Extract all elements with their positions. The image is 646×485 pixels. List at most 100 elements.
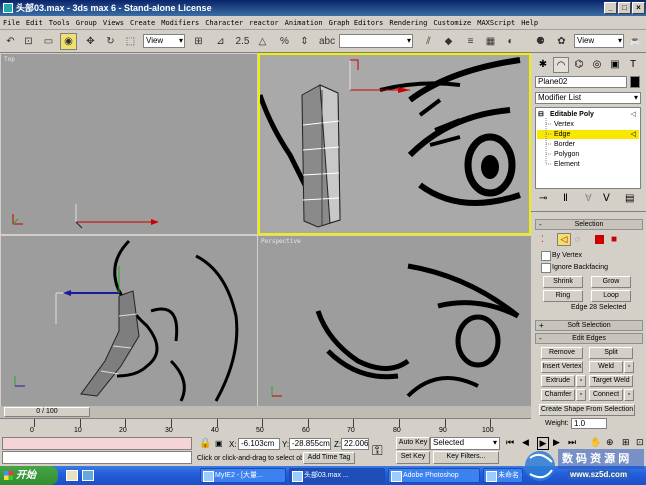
selection-set-select[interactable]: Selected ▾ <box>430 437 500 450</box>
close-button[interactable]: × <box>632 2 645 14</box>
spinner-snap-icon[interactable]: ⇕ <box>296 33 313 50</box>
display-tab-icon[interactable]: ▣ <box>607 57 623 73</box>
task-3dsmax[interactable]: 头部03.max ... <box>289 468 385 483</box>
menu-create[interactable]: Create <box>127 16 158 30</box>
task-untitled[interactable]: 未命名 - ... <box>483 468 523 483</box>
modifier-list-select[interactable]: Modifier List ▾ <box>535 92 641 104</box>
maximize-button[interactable]: □ <box>618 2 631 14</box>
track-view-icon[interactable]: ≡ <box>462 33 479 50</box>
select-scale-icon[interactable]: ⬚ <box>122 33 139 50</box>
menu-modifiers[interactable]: Modifiers <box>158 16 202 30</box>
create-shape-button[interactable]: Create Shape From Selection <box>539 404 635 416</box>
ignore-backfacing-checkbox[interactable]: Ignore Backfacing <box>541 263 608 273</box>
menu-help[interactable]: Help <box>518 16 541 30</box>
chamfer-button[interactable]: Chamfer <box>541 389 575 401</box>
time-slider[interactable]: 0 / 100 <box>4 407 90 417</box>
pin-icon[interactable]: ◁ <box>631 110 636 119</box>
named-selection-icon[interactable]: abc <box>318 33 335 50</box>
add-time-tag-button[interactable]: Add Time Tag <box>303 452 355 464</box>
percent-snap-icon[interactable]: % <box>276 33 293 50</box>
task-photoshop[interactable]: Adobe Photoshop <box>388 468 480 483</box>
quick-launch-icon[interactable] <box>66 470 78 481</box>
reference-coordinate-select[interactable]: View <box>143 34 185 48</box>
pin-stack-icon[interactable]: ⊸ <box>539 193 547 204</box>
quick-render-icon[interactable]: ☕ <box>627 33 644 50</box>
create-tab-icon[interactable]: ✱ <box>535 57 551 73</box>
material-editor-icon[interactable]: ◐ <box>502 33 519 50</box>
menu-graph-editors[interactable]: Graph Editors <box>326 16 387 30</box>
element-mode-icon[interactable]: ■ <box>611 234 617 245</box>
render-scene-icon[interactable]: ✿ <box>553 33 570 50</box>
chamfer-settings-button[interactable]: ▫ <box>576 389 586 401</box>
key-icon[interactable]: ⚿ <box>372 442 383 459</box>
polygon-mode-icon[interactable] <box>595 235 604 244</box>
absolute-mode-icon[interactable]: ▣ <box>215 439 223 448</box>
undo-icon[interactable]: ↶ <box>2 33 19 50</box>
key-filters-button[interactable]: Key Filters... <box>433 451 499 464</box>
menu-group[interactable]: Group <box>73 16 100 30</box>
select-link-icon[interactable]: ⊡ <box>20 33 37 50</box>
menu-maxscript[interactable]: MAXScript <box>474 16 518 30</box>
select-object-icon[interactable]: ▭ <box>40 33 57 50</box>
weld-button[interactable]: Weld <box>589 361 623 373</box>
show-end-result-icon[interactable]: Ⅱ <box>563 193 568 204</box>
menu-rendering[interactable]: Rendering <box>386 16 430 30</box>
task-myie2[interactable]: MyIE2 - [大量... <box>200 468 286 483</box>
connect-settings-button[interactable]: ▫ <box>624 389 634 401</box>
schematic-view-icon[interactable]: ▦ <box>482 33 499 50</box>
pivot-center-icon[interactable]: ⊞ <box>190 33 207 50</box>
selection-rollout-header[interactable]: - Selection <box>535 219 643 230</box>
y-coordinate-input[interactable]: -28.855cm <box>289 438 331 450</box>
by-vertex-checkbox[interactable]: By Vertex <box>541 251 582 261</box>
split-button[interactable]: Split <box>589 347 633 359</box>
start-button[interactable]: 开始 <box>0 466 58 485</box>
configure-sets-icon[interactable]: ▤ <box>625 193 634 204</box>
insert-vertex-button[interactable]: Insert Vertex <box>541 361 583 373</box>
maxscript-input[interactable] <box>2 451 192 464</box>
z-coordinate-input[interactable]: 22.006cm <box>341 438 369 450</box>
menu-character[interactable]: Character <box>202 16 246 30</box>
vertex-mode-icon[interactable]: ⁚ <box>541 234 544 245</box>
lock-selection-icon[interactable]: 🔒 <box>199 438 211 449</box>
menu-tools[interactable]: Tools <box>46 16 73 30</box>
select-region-icon[interactable]: ◉ <box>60 33 77 50</box>
go-to-start-icon[interactable]: ⏮ <box>506 437 514 448</box>
app-icon[interactable] <box>3 3 13 13</box>
x-coordinate-input[interactable]: -6.103cm <box>238 438 280 450</box>
ring-button[interactable]: Ring <box>543 290 583 302</box>
viewport-left[interactable] <box>1 236 257 406</box>
menu-views[interactable]: Views <box>100 16 127 30</box>
quick-launch-icon[interactable] <box>82 470 94 481</box>
menu-reactor[interactable]: reactor <box>246 16 282 30</box>
soft-selection-rollout-header[interactable]: + Soft Selection <box>535 320 643 331</box>
hierarchy-tab-icon[interactable]: ⌬ <box>571 57 587 73</box>
edge-mode-icon[interactable]: ◁ <box>557 233 571 246</box>
stack-expand-icon[interactable]: ⊟ <box>538 110 544 119</box>
target-weld-button[interactable]: Target Weld <box>589 375 633 387</box>
modifier-stack[interactable]: ⊟ Editable Poly ◁ Vertex Edge ◁ Border P… <box>535 107 641 189</box>
edit-edges-rollout-header[interactable]: - Edit Edges <box>535 333 643 344</box>
modify-tab-icon[interactable]: ◠ <box>553 57 569 73</box>
menu-customize[interactable]: Customize <box>430 16 474 30</box>
minimize-button[interactable]: _ <box>604 2 617 14</box>
object-color-swatch[interactable] <box>630 76 640 88</box>
viewport-front[interactable] <box>258 53 531 235</box>
extrude-button[interactable]: Extrude <box>541 375 575 387</box>
extrude-settings-button[interactable]: ▫ <box>576 375 586 387</box>
object-name-input[interactable]: Plane02 <box>535 76 627 88</box>
menu-animation[interactable]: Animation <box>282 16 326 30</box>
track-bar[interactable]: 0 10 20 30 40 50 60 70 80 90 100 <box>0 418 531 436</box>
weld-settings-button[interactable]: ▫ <box>624 361 634 373</box>
named-selection-set-select[interactable] <box>339 34 413 48</box>
shrink-button[interactable]: Shrink <box>543 276 583 288</box>
utilities-tab-icon[interactable]: T <box>625 57 641 73</box>
make-unique-icon[interactable]: ∀ <box>585 193 592 204</box>
border-mode-icon[interactable]: ◌ <box>575 234 580 244</box>
connect-button[interactable]: Connect <box>589 389 623 401</box>
viewport-perspective[interactable]: Perspective <box>258 236 531 406</box>
remove-modifier-icon[interactable]: ᐯ <box>603 193 610 204</box>
menu-edit[interactable]: Edit <box>23 16 46 30</box>
motion-tab-icon[interactable]: ◎ <box>589 57 605 73</box>
mirror-icon[interactable]: ⊿ <box>212 33 229 50</box>
select-rotate-icon[interactable]: ↻ <box>102 33 119 50</box>
